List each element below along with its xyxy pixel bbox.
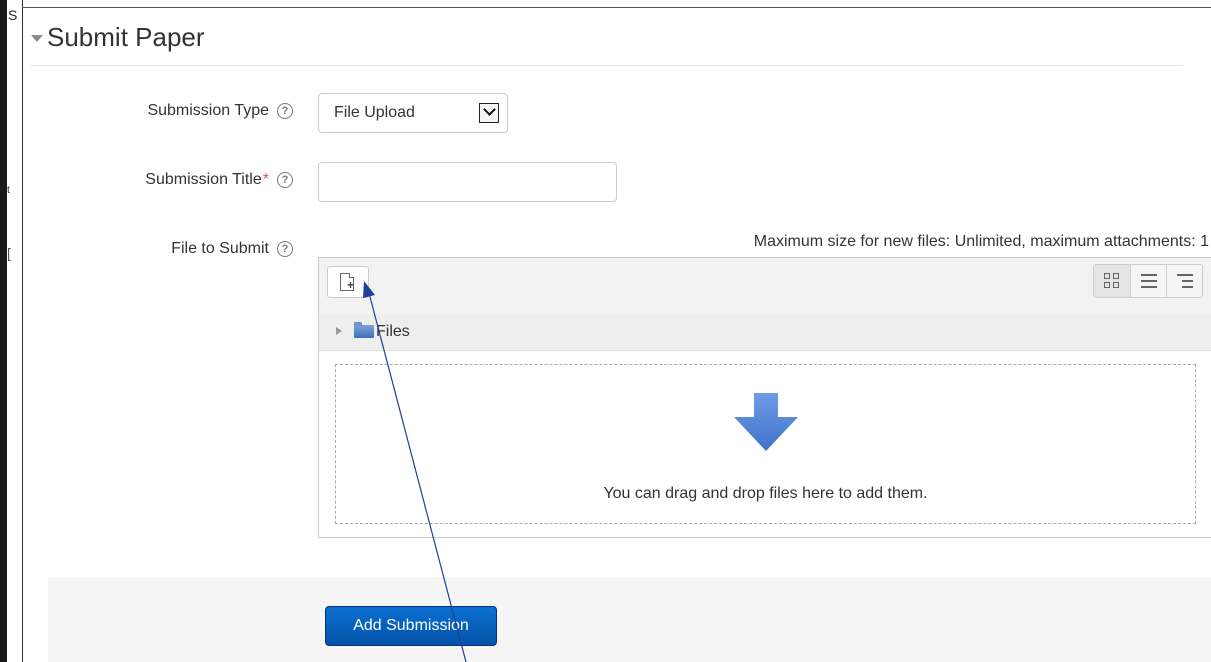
submission-title-label-text: Submission Title <box>145 171 262 188</box>
submission-type-value: File Upload <box>334 104 415 121</box>
down-arrow-icon <box>734 393 798 451</box>
file-drop-zone[interactable]: You can drag and drop files here to add … <box>335 364 1196 524</box>
view-mode-group <box>1093 264 1203 298</box>
help-icon[interactable]: ? <box>277 172 293 188</box>
section-divider <box>31 65 1183 66</box>
section-title: Submit Paper <box>47 22 205 52</box>
drop-hint: You can drag and drop files here to add … <box>603 485 928 502</box>
add-file-button[interactable]: + <box>327 266 369 298</box>
plus-icon: + <box>347 278 355 292</box>
help-icon[interactable]: ? <box>277 241 293 257</box>
expand-caret-icon[interactable] <box>336 327 342 335</box>
file-manager-toolbar: + <box>319 258 1211 315</box>
edge-fragment-lower: [ <box>7 245 11 261</box>
window-edge-line <box>22 0 23 662</box>
folder-icon <box>354 322 374 338</box>
list-view-icon <box>1141 274 1157 288</box>
section-toggle[interactable]: Submit Paper <box>31 22 205 53</box>
file-path-bar[interactable]: Files <box>319 314 1211 351</box>
submission-type-label: Submission Type ? <box>147 102 293 120</box>
submission-type-label-text: Submission Type <box>147 102 269 119</box>
grid-view-icon <box>1104 273 1120 289</box>
view-icons-button[interactable] <box>1094 265 1130 297</box>
add-submission-button[interactable]: Add Submission <box>325 606 497 646</box>
window-edge-bar <box>0 0 7 662</box>
help-icon[interactable]: ? <box>277 103 293 119</box>
view-list-button[interactable] <box>1130 265 1166 297</box>
form-footer <box>48 577 1211 662</box>
submission-title-label: Submission Title * ? <box>145 171 293 189</box>
submission-type-select[interactable]: File Upload <box>318 93 508 133</box>
file-manager: + Files You can drag and drop files here… <box>318 257 1211 538</box>
edge-fragment-top: S <box>8 7 18 23</box>
file-to-submit-label-text: File to Submit <box>171 240 269 257</box>
file-to-submit-label: File to Submit ? <box>171 240 293 258</box>
tree-view-icon <box>1177 274 1193 288</box>
path-label[interactable]: Files <box>376 323 410 341</box>
file-limits-text: Maximum size for new files: Unlimited, m… <box>753 233 1209 250</box>
collapse-caret-icon[interactable] <box>31 35 43 42</box>
top-border <box>22 7 1211 8</box>
required-asterisk: * <box>262 171 269 188</box>
chevron-down-icon[interactable] <box>479 103 499 123</box>
edge-fragment-mid: t <box>7 185 10 196</box>
submission-title-input[interactable] <box>318 162 617 202</box>
view-tree-button[interactable] <box>1166 265 1202 297</box>
